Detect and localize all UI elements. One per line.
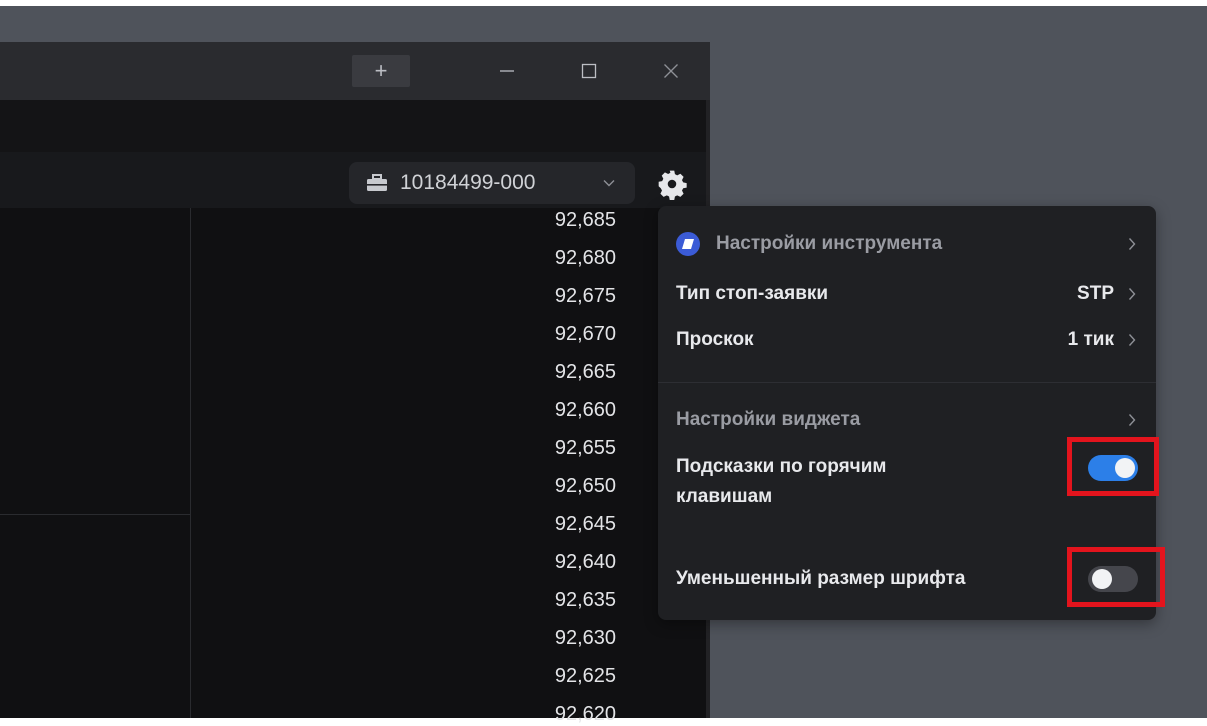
- price-cell: 92,640: [554, 551, 616, 573]
- briefcase-icon: [366, 174, 388, 192]
- hotkey-hints-label-line1: Подсказки по горячим: [676, 456, 887, 477]
- slippage-label: Проскок: [676, 329, 754, 350]
- price-ladder: 92,685 92,680 92,675 92,670 92,665 92,66…: [0, 208, 706, 725]
- chevron-right-icon: [1128, 413, 1136, 427]
- new-tab-button[interactable]: +: [352, 55, 410, 87]
- price-cell: 92,660: [554, 399, 616, 421]
- close-button[interactable]: [656, 55, 686, 87]
- price-cell: 92,625: [554, 665, 616, 687]
- menu-item-instrument-settings[interactable]: Настройки инструмента: [676, 228, 1136, 260]
- settings-button[interactable]: [656, 168, 688, 200]
- stop-type-label: Тип стоп-заявки: [676, 283, 829, 304]
- instrument-settings-label: Настройки инструмента: [716, 233, 943, 254]
- price-cell: 92,645: [554, 513, 616, 535]
- row-divider: [0, 514, 190, 515]
- minimize-icon: [500, 70, 514, 72]
- instrument-badge-icon: [676, 232, 700, 256]
- chevron-right-icon: [1128, 333, 1136, 347]
- chevron-right-icon: [1128, 287, 1136, 301]
- slippage-value: 1 тик: [1067, 329, 1114, 350]
- highlight-box: [1067, 437, 1159, 496]
- price-cell: 92,620: [554, 703, 616, 725]
- account-selector[interactable]: 10184499-000: [349, 162, 635, 204]
- price-cell: 92,685: [554, 209, 616, 231]
- menu-divider: [658, 382, 1156, 383]
- maximize-icon: [581, 63, 597, 79]
- price-cell: 92,630: [554, 627, 616, 649]
- price-cell: 92,665: [554, 361, 616, 383]
- widget-settings-label: Настройки виджета: [676, 409, 861, 430]
- stop-type-value: STP: [1077, 283, 1114, 304]
- price-cell: 92,670: [554, 323, 616, 345]
- price-cell: 92,655: [554, 437, 616, 459]
- chevron-right-icon: [1128, 237, 1136, 251]
- new-tab-label: +: [374, 58, 388, 83]
- close-icon: [664, 64, 678, 78]
- price-cell: 92,680: [554, 247, 616, 269]
- hotkey-hints-label-line2: клавишам: [676, 486, 773, 507]
- menu-item-stop-type[interactable]: Тип стоп-заявки STP: [676, 278, 1136, 310]
- tab-bar: [0, 100, 706, 152]
- column-divider: [190, 208, 191, 718]
- chevron-down-icon: [603, 179, 615, 187]
- widget-toolbar: 10184499-000: [0, 152, 706, 208]
- account-number: 10184499-000: [400, 171, 536, 194]
- gear-icon: [658, 170, 687, 200]
- highlight-box: [1067, 547, 1165, 607]
- price-cell: 92,675: [554, 285, 616, 307]
- window-titlebar: +: [0, 42, 710, 100]
- widget-panel: 10184499-000 92,685 92,680 92,675 92,670…: [0, 100, 706, 725]
- menu-item-widget-settings[interactable]: Настройки виджета: [676, 404, 1136, 436]
- maximize-button[interactable]: [574, 55, 604, 87]
- menu-item-slippage[interactable]: Проскок 1 тик: [676, 324, 1136, 356]
- price-cell: 92,635: [554, 589, 616, 611]
- small-font-label: Уменьшенный размер шрифта: [676, 568, 966, 589]
- price-cell: 92,650: [554, 475, 616, 497]
- app-window: + 10184499-000 92,685 92,680 92,675 92,6…: [0, 42, 710, 725]
- minimize-button[interactable]: [492, 55, 522, 87]
